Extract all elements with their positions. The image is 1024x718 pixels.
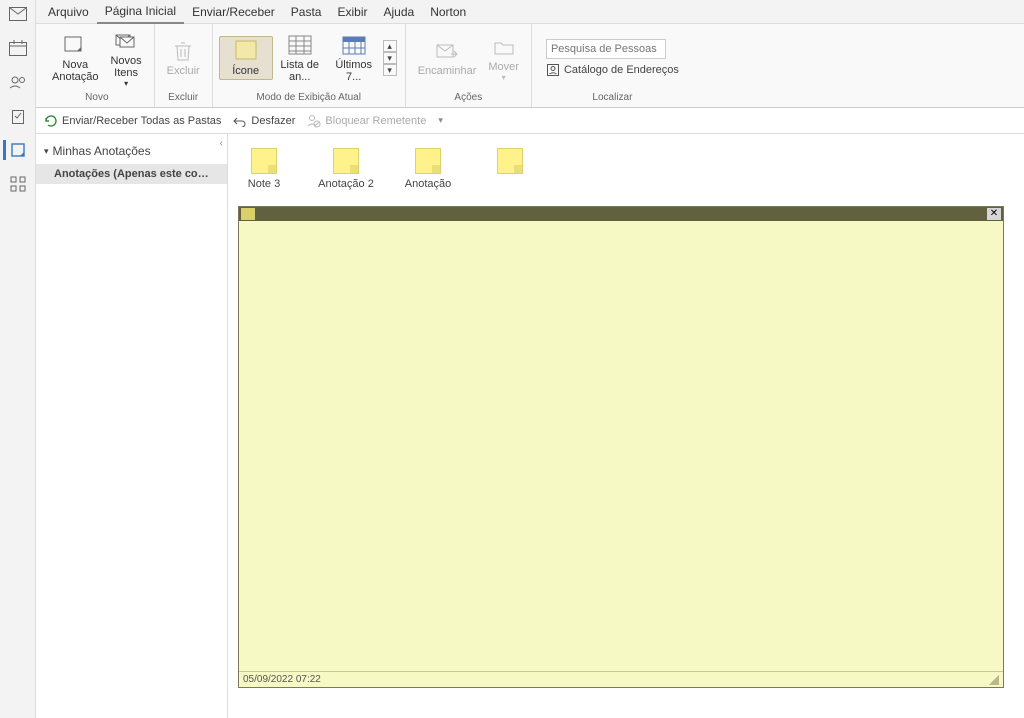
left-rail [0, 0, 36, 718]
send-receive-all-label: Enviar/Receber Todas as Pastas [62, 115, 221, 127]
menu-enviar-receber[interactable]: Enviar/Receber [184, 1, 283, 23]
menu-arquivo[interactable]: Arquivo [40, 1, 97, 23]
sticky-title-bar[interactable]: ✕ [239, 207, 1003, 221]
view-icone-button[interactable]: Ícone [219, 36, 273, 80]
nova-anotacao-button[interactable]: Nova Anotação [46, 31, 104, 85]
ribbon-group-modo: Ícone Lista de an... Últimos 7... ▴ ▾ ▾ … [213, 24, 406, 107]
sticky-footer: 05/09/2022 07:22 [239, 671, 1003, 687]
novos-itens-button[interactable]: Novos Itens ▾ [104, 27, 147, 90]
nav-collapse-button[interactable]: ‹ [220, 138, 223, 149]
sticky-timestamp: 05/09/2022 07:22 [243, 674, 321, 685]
mover-button: Mover ▾ [482, 33, 525, 84]
view-ultimos-label: Últimos 7... [333, 59, 375, 83]
menu-pagina-inicial[interactable]: Página Inicial [97, 0, 184, 24]
notes-row: Note 3 Anotação 2 Anotação [228, 134, 1024, 198]
body-area: ‹ ▾ Minhas Anotações Anotações (Apenas e… [0, 134, 1024, 718]
view-list-icon [286, 33, 314, 57]
nova-anotacao-label: Nova Anotação [52, 59, 98, 83]
nav-folder-anotacoes[interactable]: Anotações (Apenas este computa... [36, 164, 227, 184]
note-item[interactable] [484, 148, 536, 190]
menu-ajuda[interactable]: Ajuda [376, 1, 423, 23]
encaminhar-button: Encaminhar [412, 37, 483, 79]
sticky-menu-icon[interactable] [241, 208, 255, 220]
view-gallery-more[interactable]: ▾ [383, 64, 397, 76]
mail-icon[interactable] [6, 4, 30, 24]
note-label: Anotação [405, 178, 451, 190]
menu-exibir[interactable]: Exibir [329, 1, 375, 23]
ribbon-group-novo-label: Novo [46, 90, 148, 105]
block-sender-label: Bloquear Remetente [325, 115, 426, 127]
note-label: Note 3 [248, 178, 280, 190]
trash-icon [169, 39, 197, 63]
chevron-down-icon: ▾ [124, 79, 128, 88]
tasks-icon[interactable] [6, 106, 30, 126]
undo-icon [233, 115, 247, 127]
resize-grip[interactable] [989, 675, 999, 685]
note-label: Anotação 2 [318, 178, 374, 190]
chevron-down-icon: ▾ [502, 73, 506, 82]
ribbon-group-acoes-label: Ações [412, 90, 525, 105]
sync-icon [44, 114, 58, 128]
ribbon-group-excluir-label: Excluir [161, 90, 206, 105]
view-lista-label: Lista de an... [279, 59, 321, 83]
sticky-note-icon [415, 148, 441, 174]
nav-header-label: Minhas Anotações [53, 144, 151, 158]
people-icon[interactable] [6, 72, 30, 92]
people-search-input[interactable] [546, 39, 666, 59]
note-new-icon [61, 33, 89, 57]
undo-label: Desfazer [251, 115, 295, 127]
view-lista-button[interactable]: Lista de an... [273, 31, 327, 85]
menu-norton[interactable]: Norton [422, 1, 474, 23]
note-item[interactable]: Anotação 2 [320, 148, 372, 190]
quick-access-bar: Enviar/Receber Todas as Pastas Desfazer … [0, 108, 1024, 134]
sticky-note-icon [333, 148, 359, 174]
view-gallery-controls: ▴ ▾ ▾ [381, 36, 399, 80]
excluir-button: Excluir [161, 37, 206, 79]
ribbon-group-localizar: Catálogo de Endereços Localizar [532, 24, 693, 107]
block-sender-button: Bloquear Remetente [307, 114, 426, 128]
address-book-button[interactable]: Catálogo de Endereços [546, 63, 679, 77]
note-item[interactable]: Anotação [402, 148, 454, 190]
view-gallery-up[interactable]: ▴ [383, 40, 397, 52]
mover-label: Mover [488, 61, 519, 73]
view-ultimos-button[interactable]: Últimos 7... [327, 31, 381, 85]
ribbon-group-modo-label: Modo de Exibição Atual [219, 90, 399, 105]
more-apps-icon[interactable] [6, 174, 30, 194]
calendar-icon[interactable] [6, 38, 30, 58]
send-receive-all-button[interactable]: Enviar/Receber Todas as Pastas [44, 114, 221, 128]
move-icon [490, 35, 518, 59]
block-icon [307, 114, 321, 128]
ribbon-group-excluir: Excluir Excluir [155, 24, 213, 107]
menu-pasta[interactable]: Pasta [283, 1, 330, 23]
notes-icon[interactable] [3, 140, 27, 160]
forward-icon [433, 39, 461, 63]
view-calendar-icon [340, 33, 368, 57]
view-gallery-down[interactable]: ▾ [383, 52, 397, 64]
sticky-note-icon [497, 148, 523, 174]
view-icone-label: Ícone [232, 65, 259, 77]
chevron-down-icon: ▾ [44, 146, 49, 157]
undo-button[interactable]: Desfazer [233, 115, 295, 127]
ribbon-group-novo: Nova Anotação Novos Itens ▾ Novo [40, 24, 155, 107]
address-book-label: Catálogo de Endereços [564, 64, 679, 76]
view-icon-icon [232, 39, 260, 63]
novos-itens-label: Novos Itens [110, 55, 141, 79]
content-pane: Note 3 Anotação 2 Anotação ✕ 05/09/ [228, 134, 1024, 718]
sticky-note-window: ✕ 05/09/2022 07:22 [238, 206, 1004, 688]
nav-header[interactable]: ▾ Minhas Anotações [36, 138, 227, 164]
excluir-label: Excluir [167, 65, 200, 77]
sticky-note-icon [251, 148, 277, 174]
ribbon-group-localizar-label: Localizar [538, 90, 687, 105]
sticky-body[interactable] [239, 221, 1003, 671]
menu-bar: Arquivo Página Inicial Enviar/Receber Pa… [0, 0, 1024, 24]
qa-more-button[interactable]: ▾ [438, 115, 443, 126]
encaminhar-label: Encaminhar [418, 65, 477, 77]
note-item[interactable]: Note 3 [238, 148, 290, 190]
address-book-icon [546, 63, 560, 77]
ribbon: Nova Anotação Novos Itens ▾ Novo Excluir… [0, 24, 1024, 108]
new-items-icon [112, 29, 140, 53]
close-icon[interactable]: ✕ [987, 208, 1001, 220]
nav-pane: ‹ ▾ Minhas Anotações Anotações (Apenas e… [36, 134, 228, 718]
ribbon-group-acoes: Encaminhar Mover ▾ Ações [406, 24, 532, 107]
